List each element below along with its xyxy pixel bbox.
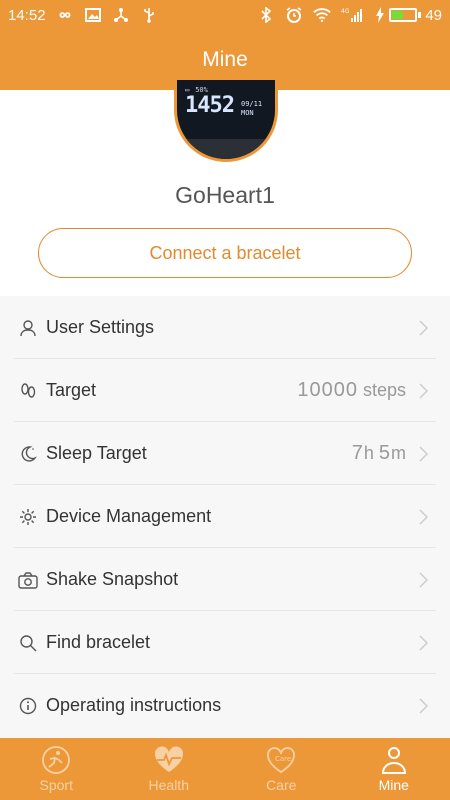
moon-icon bbox=[18, 444, 38, 464]
watch-battery-icon: ▭ bbox=[185, 86, 190, 94]
menu-item-device-management[interactable]: Device Management bbox=[0, 485, 450, 548]
person-icon bbox=[378, 745, 410, 775]
watch-date: 09/11 bbox=[241, 100, 263, 108]
tab-mine[interactable]: Mine bbox=[338, 738, 450, 800]
battery-level: 49 bbox=[425, 6, 442, 24]
target-value: 10000 steps bbox=[297, 379, 406, 402]
usb-icon bbox=[140, 6, 158, 24]
svg-text:4G: 4G bbox=[341, 8, 350, 15]
tab-health[interactable]: Health bbox=[113, 738, 226, 800]
watch-battery: 50% bbox=[195, 86, 208, 94]
menu-item-label: Shake Snapshot bbox=[46, 569, 179, 589]
tab-sport[interactable]: Sport bbox=[0, 738, 113, 800]
sleep-minutes-unit: m bbox=[391, 443, 406, 463]
menu-item-user-settings[interactable]: User Settings bbox=[0, 296, 450, 359]
connect-bracelet-button[interactable]: Connect a bracelet bbox=[38, 228, 412, 278]
sleep-hours-unit: h bbox=[363, 443, 374, 463]
chevron-right-icon bbox=[418, 571, 430, 588]
menu-item-sleep-target[interactable]: Sleep Target 7h 5m bbox=[0, 422, 450, 485]
watch-day: MON bbox=[241, 109, 254, 117]
alarm-icon bbox=[285, 6, 303, 24]
tab-care[interactable]: Care Care bbox=[225, 738, 338, 800]
signal-icon: 4G bbox=[341, 6, 365, 24]
user-icon bbox=[18, 318, 38, 338]
gear-icon bbox=[18, 507, 38, 527]
infinity-icon bbox=[56, 6, 74, 24]
target-steps-unit: steps bbox=[362, 380, 406, 400]
menu-item-find-bracelet[interactable]: Find bracelet bbox=[0, 611, 450, 674]
search-icon bbox=[18, 633, 38, 653]
menu-item-label: Device Management bbox=[46, 506, 212, 526]
footprints-icon bbox=[18, 381, 38, 401]
watch-band bbox=[177, 139, 275, 159]
tab-label: Mine bbox=[378, 777, 409, 793]
tab-label: Sport bbox=[39, 777, 73, 793]
tab-label: Health bbox=[148, 777, 189, 793]
profile-section: ▭ 50% 1452 09/11 MON GoHeart1 Connect a … bbox=[0, 80, 450, 296]
chevron-right-icon bbox=[418, 697, 430, 714]
sleep-target-value: 7h 5m bbox=[352, 442, 406, 465]
menu-item-label: Target bbox=[46, 380, 97, 400]
menu-item-target[interactable]: Target 10000 steps bbox=[0, 359, 450, 422]
menu-list: User Settings Target 10000 steps Sleep T… bbox=[0, 296, 450, 737]
chevron-right-icon bbox=[418, 445, 430, 462]
battery-fill bbox=[392, 11, 404, 19]
watch-screen: ▭ 50% 1452 09/11 MON bbox=[185, 86, 271, 128]
battery-icon bbox=[389, 8, 418, 22]
sleep-minutes: 5 bbox=[378, 442, 391, 464]
username: GoHeart1 bbox=[175, 182, 275, 208]
chevron-right-icon bbox=[418, 634, 430, 651]
care-heart-icon: Care bbox=[265, 745, 297, 775]
menu-item-shake-snapshot[interactable]: Shake Snapshot bbox=[0, 548, 450, 611]
menu-item-operating-instructions[interactable]: Operating instructions bbox=[0, 674, 450, 737]
menu-item-label: Operating instructions bbox=[46, 695, 222, 715]
connect-bracelet-label: Connect a bracelet bbox=[149, 242, 301, 263]
menu-item-label: User Settings bbox=[46, 317, 155, 337]
image-icon bbox=[84, 6, 102, 24]
sleep-hours: 7 bbox=[351, 442, 364, 464]
avatar[interactable]: ▭ 50% 1452 09/11 MON bbox=[174, 80, 278, 162]
chevron-right-icon bbox=[418, 382, 430, 399]
bottom-tab-bar: Sport Health Care Care Mine bbox=[0, 738, 450, 800]
menu-item-label: Find bracelet bbox=[46, 632, 151, 652]
charging-icon bbox=[375, 6, 385, 24]
tab-label: Care bbox=[266, 777, 297, 793]
chevron-right-icon bbox=[418, 319, 430, 336]
heartbeat-icon bbox=[153, 745, 185, 775]
chevron-right-icon bbox=[418, 508, 430, 525]
svg-text:Care: Care bbox=[275, 755, 291, 763]
battery-indicator: 49 bbox=[375, 6, 442, 24]
target-steps-number: 10000 bbox=[297, 379, 358, 401]
bluetooth-icon bbox=[257, 6, 275, 24]
status-bar: 14:52 4G 49 bbox=[0, 0, 450, 30]
runner-icon bbox=[40, 745, 72, 775]
menu-item-label: Sleep Target bbox=[46, 443, 147, 463]
wifi-icon bbox=[313, 6, 332, 24]
share-icon bbox=[112, 6, 130, 24]
status-time: 14:52 bbox=[8, 6, 46, 24]
camera-icon bbox=[18, 570, 38, 590]
info-icon bbox=[18, 696, 38, 716]
page-title: Mine bbox=[202, 48, 248, 71]
